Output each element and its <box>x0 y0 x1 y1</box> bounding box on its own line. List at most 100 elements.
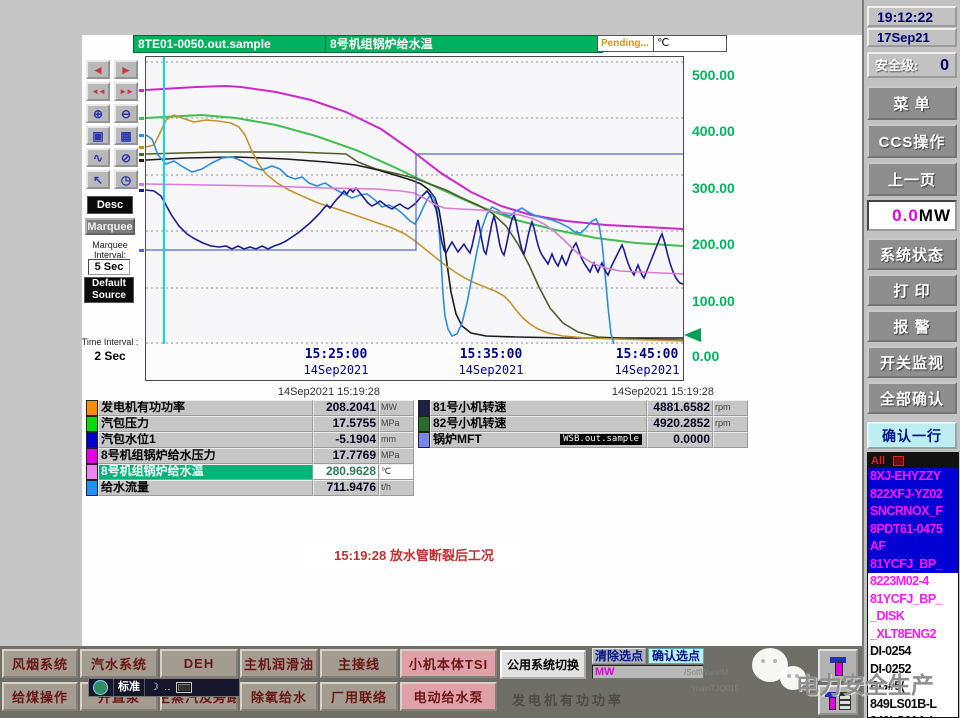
legend-series-name[interactable]: 锅炉MFT WSB.out.sample <box>430 432 647 448</box>
legend-value: -5.1904 <box>313 432 379 448</box>
default-source-button[interactable]: Default Source <box>84 277 134 303</box>
fast-forward-icon[interactable]: ►► <box>114 82 138 101</box>
alarm-rows: 8XJ-EHYZZY 822XFJ-YZ02 SNCRNOX_F 8PDT61-047… <box>868 468 958 717</box>
fast-back-icon[interactable]: ◄◄ <box>86 82 110 101</box>
trend-chart[interactable] <box>139 56 684 345</box>
alarm-filter-label[interactable]: All <box>871 455 885 467</box>
marquee-interval-value[interactable]: 5 Sec <box>88 259 130 275</box>
legend-value: 17.7769 <box>313 448 379 464</box>
legend-row[interactable]: 锅炉MFT WSB.out.sample 0.0000 <box>418 432 748 448</box>
sidebar-button[interactable]: 菜 单 <box>867 86 957 120</box>
legend-series-name[interactable]: 81号小机转速 <box>430 400 647 416</box>
alarm-item[interactable]: 822XFJ-YZ02 <box>868 485 958 503</box>
legend-value: 208.2041 <box>313 400 379 416</box>
sidebar-button[interactable]: 开关监视 <box>867 346 957 378</box>
alarm-item[interactable]: DI-0254 <box>868 643 958 661</box>
alarm-item[interactable]: 81YCFJ_BP_ <box>868 555 958 573</box>
dcs-screen: 8TE01-0050.out.sample 8号机组锅炉给水温 Pending.… <box>0 0 960 718</box>
unit-box: ℃ <box>653 35 727 52</box>
zoom-out-icon[interactable]: ⊖ <box>114 104 138 123</box>
time-cursor-icon[interactable]: ◷ <box>114 170 138 189</box>
sidebar-button[interactable]: CCS操作 <box>867 124 957 158</box>
display-mode-icon[interactable]: ▣ <box>86 126 110 145</box>
legend-row[interactable]: 给水流量 711.9476 t/h <box>86 480 414 496</box>
ime-keyboard-icon[interactable] <box>175 682 192 693</box>
security-label: 安全级: <box>875 58 919 73</box>
alarm-list-header[interactable]: All <box>868 453 958 468</box>
axis-pointer-icon <box>684 328 701 342</box>
legend-row[interactable]: 81号小机转速 4881.6582 rpm <box>418 400 748 416</box>
x-tick-date: 14Sep2021 <box>614 363 680 377</box>
sidebar-button[interactable]: 上一页 <box>867 162 957 196</box>
bottom-nav-button[interactable]: 除氧给水 <box>240 682 318 711</box>
ime-logo-icon[interactable] <box>93 680 108 695</box>
legend-series-name[interactable]: 汽包压力 <box>98 416 313 432</box>
disable-icon[interactable]: ⊘ <box>114 148 138 167</box>
bottom-nav-button[interactable]: 主接线 <box>320 649 398 678</box>
legend-series-name[interactable]: 发电机有功功率 <box>98 400 313 416</box>
bottom-nav-button[interactable]: 风烟系统 <box>2 649 78 678</box>
point-name-field[interactable]: 8号机组锅炉给水温 <box>325 35 603 53</box>
sidebar-button[interactable]: 系统状态 <box>867 238 957 270</box>
alarm-item[interactable]: 81YCFJ_BP_ <box>868 590 958 608</box>
confirm-one-line-button[interactable]: 确认一行 <box>867 422 957 449</box>
tool-icon-button-top[interactable] <box>818 649 858 681</box>
cursor-icon[interactable]: ↖ <box>86 170 110 189</box>
series-color-swatch <box>418 416 430 432</box>
legend-row[interactable]: 汽包压力 17.5755 MPa <box>86 416 414 432</box>
legend-row[interactable]: 8号机组锅炉给水压力 17.7769 MPa <box>86 448 414 464</box>
legend-series-name[interactable]: 8号机组锅炉给水温 <box>98 464 313 480</box>
legend-row[interactable]: 82号小机转速 4920.2852 rpm <box>418 416 748 432</box>
alarm-item[interactable]: AF <box>868 538 958 556</box>
legend-unit <box>713 432 748 448</box>
alarm-item[interactable]: 8223M02-4 <box>868 573 958 591</box>
bottom-nav-button[interactable]: 给煤操作 <box>2 682 78 711</box>
step-forward-icon[interactable]: ► <box>114 60 138 79</box>
ime-punct-icon[interactable]: ‥ <box>164 682 171 693</box>
legend-row[interactable]: 发电机有功功率 208.2041 MW <box>86 400 414 416</box>
sidebar-button[interactable]: 打 印 <box>867 274 957 306</box>
ime-fullhalf-icon[interactable]: ☽ <box>150 682 159 693</box>
ime-toolbar[interactable]: 标准 ☽ ‥ <box>88 678 240 697</box>
clear-selection-button[interactable]: 清除选点 <box>592 648 646 664</box>
legend-row[interactable]: 汽包水位1 -5.1904 mm <box>86 432 414 448</box>
confirm-selection-button[interactable]: 确认选点 <box>648 648 704 664</box>
legend-series-name[interactable]: 82号小机转速 <box>430 416 647 432</box>
trend-lines-icon[interactable]: ∿ <box>86 148 110 167</box>
legend-series-name[interactable]: 汽包水位1 <box>98 432 313 448</box>
sidebar-button[interactable]: 报 警 <box>867 310 957 342</box>
alarm-item[interactable]: 8PDT61-0475 <box>868 520 958 538</box>
bottom-nav-button[interactable]: 汽水系统 <box>80 649 158 678</box>
legend-series-name[interactable]: 给水流量 <box>98 480 313 496</box>
bottom-nav-button[interactable]: 小机本体TSI <box>400 649 497 678</box>
alarm-item[interactable]: _DISK <box>868 608 958 626</box>
ime-mode-label[interactable]: 标准 <box>113 679 145 696</box>
marquee-button[interactable]: Marquee <box>85 218 135 235</box>
valve-list-icon <box>825 691 851 710</box>
table-view-icon[interactable]: ▦ <box>114 126 138 145</box>
tool-icon-button-bottom[interactable] <box>818 685 858 715</box>
alarm-item[interactable]: 8XJ-EHYZZY <box>868 468 958 486</box>
common-system-switch-button[interactable]: 公用系统切换 <box>500 650 586 679</box>
bottom-nav-button[interactable]: 主机润滑油 <box>240 649 318 678</box>
alarm-item[interactable]: BG#5( <box>868 678 958 696</box>
legend-row[interactable]: 8号机组锅炉给水温 280.9628 ℃ <box>86 464 414 480</box>
legend-series-name[interactable]: 8号机组锅炉给水压力 <box>98 448 313 464</box>
step-back-icon[interactable]: ◄ <box>86 60 110 79</box>
alarm-item[interactable]: 849LS01A-L <box>868 713 958 717</box>
alarm-list[interactable]: All 8XJ-EHYZZY 822XFJ-YZ02 SNCRNOX_F 8PDT61… <box>867 452 959 718</box>
sidebar-button[interactable]: 全部确认 <box>867 382 957 414</box>
legend-value: 711.9476 <box>313 480 379 496</box>
bottom-nav-button[interactable]: 电动给水泵 <box>400 682 497 711</box>
zoom-in-icon[interactable]: ⊕ <box>86 104 110 123</box>
alarm-item[interactable]: _XLT8ENG2 <box>868 625 958 643</box>
bottom-nav-button[interactable]: DEH <box>160 649 238 678</box>
point-tag-field[interactable]: 8TE01-0050.out.sample <box>133 35 331 53</box>
alarm-item[interactable]: SNCRNOX_F <box>868 503 958 521</box>
legend-unit: mm <box>379 432 414 448</box>
desc-button[interactable]: Desc <box>87 196 133 214</box>
alarm-filter-icon[interactable] <box>893 455 905 466</box>
alarm-item[interactable]: 849LS01B-L <box>868 695 958 713</box>
alarm-item[interactable]: DI-0252 <box>868 660 958 678</box>
bottom-nav-button[interactable]: 厂用联络 <box>320 682 398 711</box>
